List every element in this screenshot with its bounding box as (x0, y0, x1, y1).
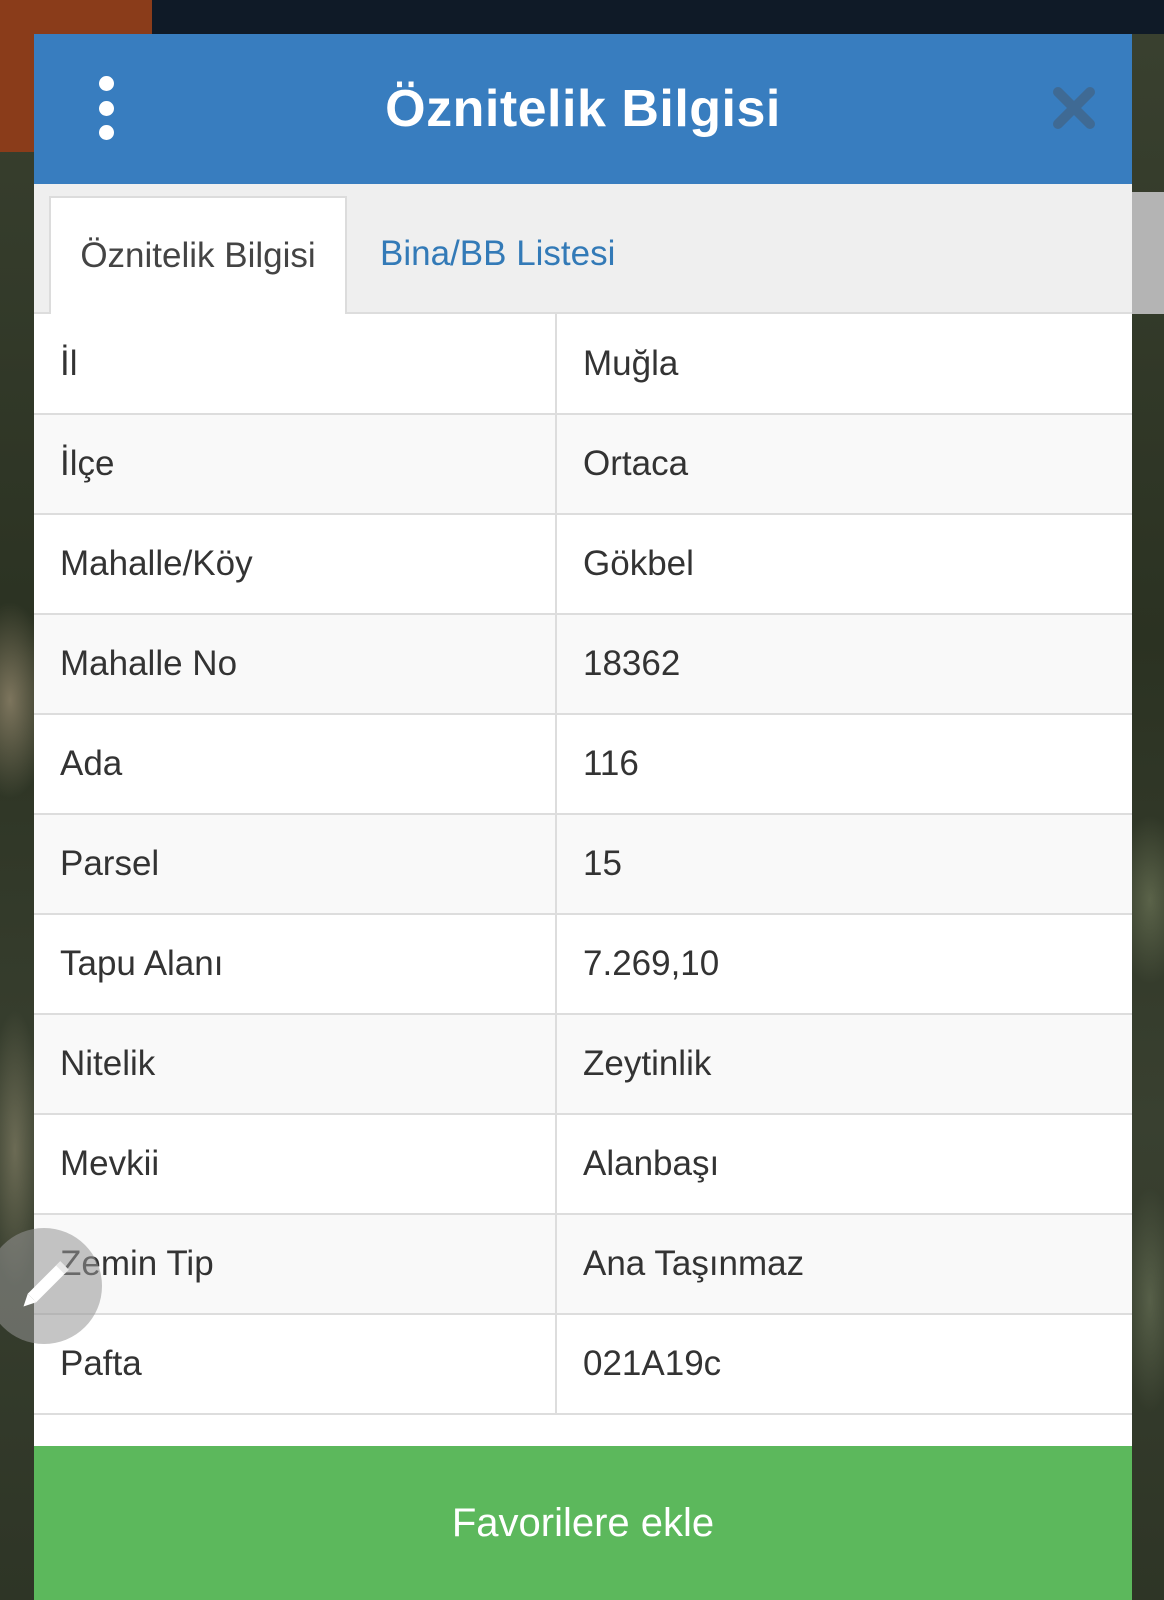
attribute-key: Mevkii (34, 1114, 557, 1215)
tab-attribute-info[interactable]: Öznitelik Bilgisi (49, 196, 347, 314)
attribute-key: Nitelik (34, 1014, 557, 1115)
attribute-value: Ana Taşınmaz (556, 1214, 1132, 1315)
menu-button[interactable] (82, 76, 130, 140)
table-row: Mevkii Alanbaşı (34, 1114, 1132, 1215)
table-row: Nitelik Zeytinlik (34, 1014, 1132, 1115)
attribute-dialog: Öznitelik Bilgisi Öznitelik Bilgisi Bina… (34, 34, 1132, 1600)
dialog-title: Öznitelik Bilgisi (385, 80, 781, 138)
attribute-key: Pafta (34, 1314, 557, 1415)
attribute-value: Ortaca (556, 414, 1132, 515)
attribute-key: Parsel (34, 814, 557, 915)
close-icon (1053, 87, 1095, 129)
table-row: Pafta 021A19c (34, 1314, 1132, 1415)
table-row: Parsel 15 (34, 814, 1132, 915)
attribute-key: Zemin Tip (34, 1214, 557, 1315)
attribute-key: Ada (34, 714, 557, 815)
pencil-icon (23, 1261, 69, 1307)
attribute-key: Mahalle/Köy (34, 514, 557, 615)
attribute-key: Tapu Alanı (34, 914, 557, 1015)
attribute-value: 18362 (556, 614, 1132, 715)
attribute-value: Muğla (556, 314, 1132, 415)
attribute-value: 7.269,10 (556, 914, 1132, 1015)
attribute-key: İl (34, 314, 557, 415)
add-favorite-button[interactable]: Favorilere ekle (34, 1446, 1132, 1600)
table-row: Zemin Tip Ana Taşınmaz (34, 1214, 1132, 1315)
table-row: Mahalle/Köy Gökbel (34, 514, 1132, 615)
attribute-value: 021A19c (556, 1314, 1132, 1415)
attribute-value: 15 (556, 814, 1132, 915)
attribute-value: Alanbaşı (556, 1114, 1132, 1215)
table-row: Ada 116 (34, 714, 1132, 815)
attribute-key: İlçe (34, 414, 557, 515)
table-row: İlçe Ortaca (34, 414, 1132, 515)
dialog-header: Öznitelik Bilgisi (34, 34, 1132, 184)
attribute-key: Mahalle No (34, 614, 557, 715)
scroll-indicator[interactable] (1132, 192, 1164, 314)
attribute-value: Gökbel (556, 514, 1132, 615)
table-row: İl Muğla (34, 314, 1132, 415)
map-top-bar (0, 0, 1164, 34)
attribute-value: Zeytinlik (556, 1014, 1132, 1115)
attribute-table: İl Muğla İlçe Ortaca Mahalle/Köy Gökbel … (34, 314, 1132, 1415)
tab-bar: Öznitelik Bilgisi Bina/BB Listesi (34, 184, 1132, 314)
table-row: Tapu Alanı 7.269,10 (34, 914, 1132, 1015)
tab-building-list[interactable]: Bina/BB Listesi (380, 196, 615, 312)
attribute-value: 116 (556, 714, 1132, 815)
table-row: Mahalle No 18362 (34, 614, 1132, 715)
vertical-dots-icon (98, 76, 114, 140)
close-button[interactable] (1050, 84, 1098, 132)
